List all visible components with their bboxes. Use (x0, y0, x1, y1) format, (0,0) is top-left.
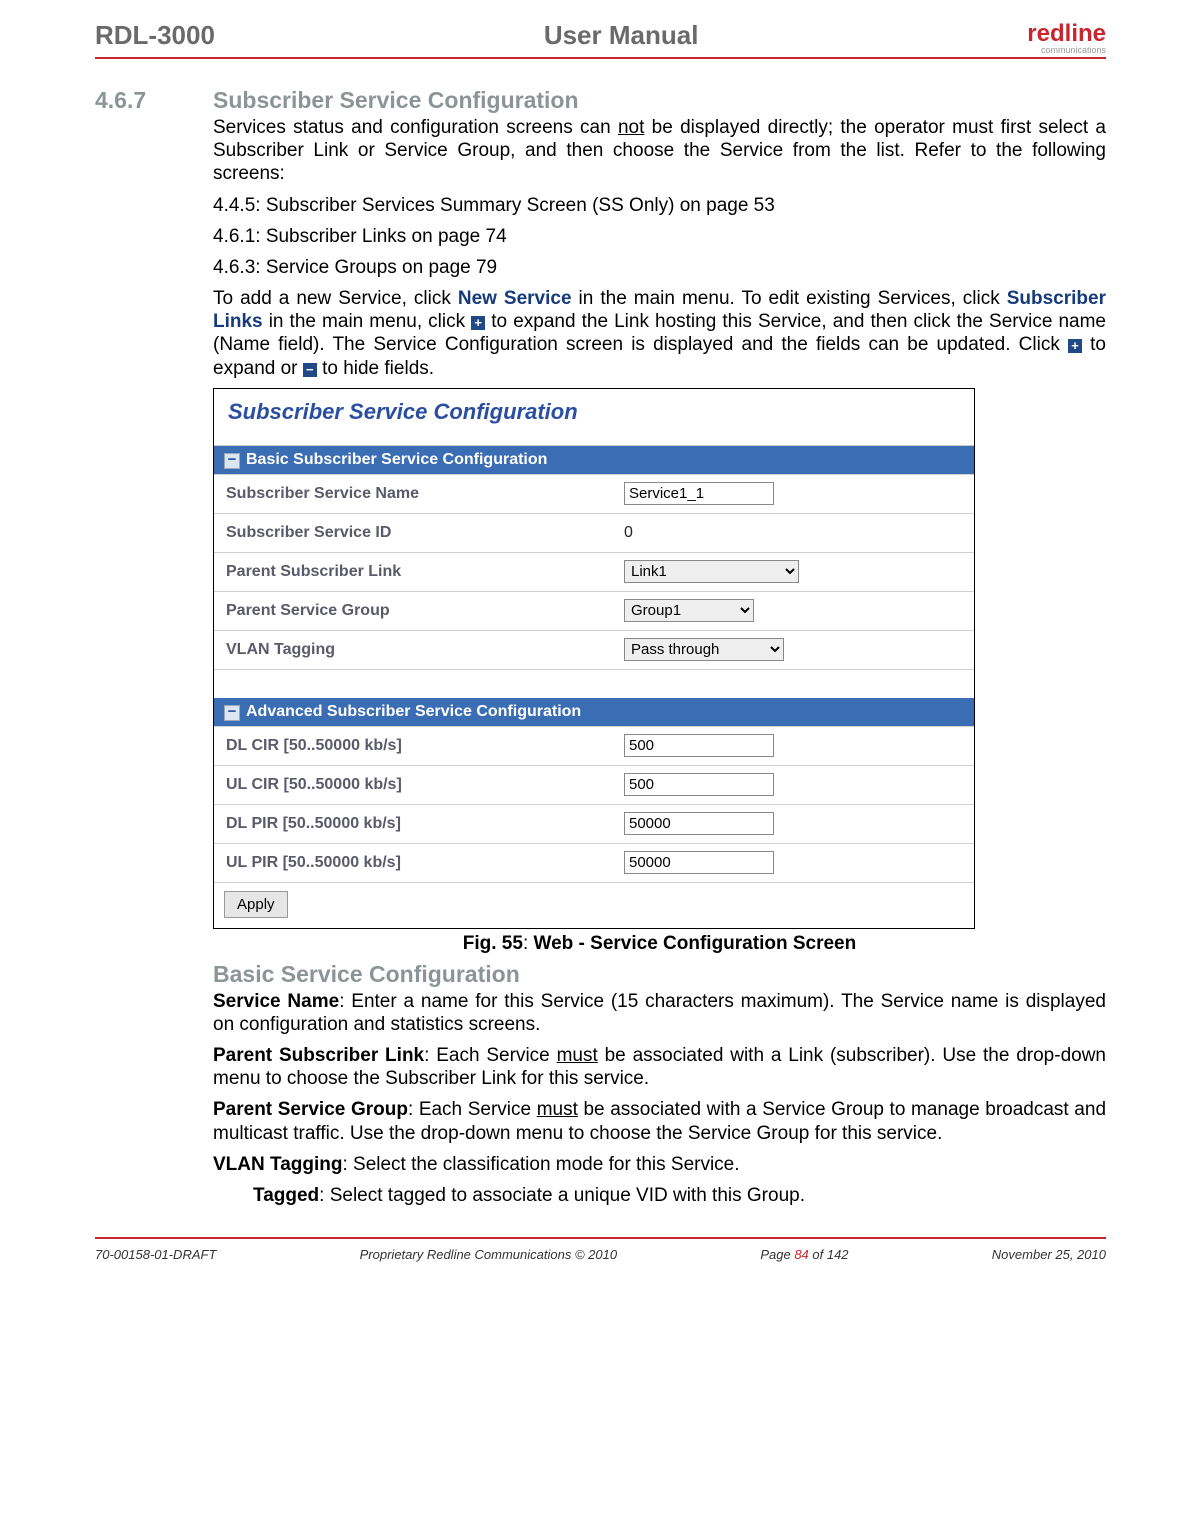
label-dl-cir: DL CIR [50..50000 kb/s] (214, 731, 618, 761)
ref-line-3: 4.6.3: Service Groups on page 79 (213, 256, 1106, 279)
row-ul-cir: UL CIR [50..50000 kb/s] (214, 765, 974, 804)
underline-must: must (537, 1099, 578, 1120)
label-parent-group: Parent Service Group (214, 596, 618, 626)
collapse-icon[interactable]: − (224, 453, 240, 469)
link-new-service: New Service (458, 288, 572, 309)
label-parent-link-desc: Parent Subscriber Link (213, 1045, 424, 1066)
footer-docnum: 70-00158-01-DRAFT (95, 1247, 216, 1262)
select-vlan-tagging[interactable]: Pass through (624, 638, 784, 661)
select-parent-link[interactable]: Link1 (624, 560, 799, 583)
basic-section-label: Basic Subscriber Service Configuration (246, 451, 547, 468)
para-parent-group: Parent Service Group: Each Service must … (213, 1098, 1106, 1144)
footer-date: November 25, 2010 (992, 1247, 1106, 1262)
caption-fig-num: Fig. 55 (463, 933, 523, 954)
text: Services status and configuration screen… (213, 117, 618, 138)
value-service-id: 0 (618, 520, 639, 546)
footer-copyright: Proprietary Redline Communications © 201… (360, 1247, 617, 1262)
select-parent-group[interactable]: Group1 (624, 599, 754, 622)
page-number: 84 (794, 1247, 808, 1262)
section-number: 4.6.7 (95, 87, 213, 114)
page-footer: 70-00158-01-DRAFT Proprietary Redline Co… (95, 1237, 1106, 1262)
section-gap (214, 669, 974, 698)
logo: redline communications (1027, 20, 1106, 55)
minus-icon: − (303, 363, 317, 377)
input-dl-cir[interactable] (624, 734, 774, 757)
row-ul-pir: UL PIR [50..50000 kb/s] (214, 843, 974, 882)
config-screenshot: Subscriber Service Configuration −Basic … (213, 388, 975, 929)
row-parent-link: Parent Subscriber Link Link1 (214, 552, 974, 591)
apply-row: Apply (214, 882, 974, 928)
row-dl-pir: DL PIR [50..50000 kb/s] (214, 804, 974, 843)
collapse-icon[interactable]: − (224, 705, 240, 721)
logo-text: redline (1027, 20, 1106, 47)
ref-line-1: 4.4.5: Subscriber Services Summary Scree… (213, 194, 1106, 217)
text: to hide fields. (317, 358, 434, 379)
paragraph-intro: Services status and configuration screen… (213, 116, 1106, 186)
row-service-name: Subscriber Service Name (214, 474, 974, 513)
figure: Subscriber Service Configuration −Basic … (213, 388, 1106, 955)
screenshot-title: Subscriber Service Configuration (214, 389, 974, 446)
label-tagged: Tagged (253, 1185, 319, 1206)
label-ul-cir: UL CIR [50..50000 kb/s] (214, 770, 618, 800)
text: in the main menu, click (263, 311, 472, 332)
para-service-name: Service Name: Enter a name for this Serv… (213, 990, 1106, 1036)
basic-section-header[interactable]: −Basic Subscriber Service Configuration (214, 446, 974, 474)
text: : Enter a name for this Service (15 char… (213, 991, 1106, 1035)
plus-icon: + (1068, 339, 1082, 353)
label-ul-pir: UL PIR [50..50000 kb/s] (214, 848, 618, 878)
advanced-section-header[interactable]: −Advanced Subscriber Service Configurati… (214, 698, 974, 726)
text: : Each Service (424, 1045, 556, 1066)
text: of 142 (809, 1247, 849, 1262)
subheading-basic: Basic Service Configuration (213, 961, 1106, 988)
figure-caption: Fig. 55: Web - Service Configuration Scr… (213, 933, 1106, 955)
header-model: RDL-3000 (95, 20, 215, 51)
text: : (523, 933, 534, 954)
input-ul-cir[interactable] (624, 773, 774, 796)
header-title: User Manual (544, 20, 699, 51)
input-dl-pir[interactable] (624, 812, 774, 835)
advanced-section-label: Advanced Subscriber Service Configuratio… (246, 703, 581, 720)
text: : Select tagged to associate a unique VI… (319, 1185, 805, 1206)
footer-page: Page 84 of 142 (760, 1247, 848, 1262)
section-title: Subscriber Service Configuration (213, 87, 579, 114)
label-service-name-desc: Service Name (213, 991, 339, 1012)
row-service-id: Subscriber Service ID 0 (214, 513, 974, 552)
para-vlan-tagging: VLAN Tagging: Select the classification … (213, 1153, 1106, 1176)
input-ul-pir[interactable] (624, 851, 774, 874)
label-parent-link: Parent Subscriber Link (214, 557, 618, 587)
input-service-name[interactable] (624, 482, 774, 505)
row-parent-group: Parent Service Group Group1 (214, 591, 974, 630)
label-vlan-tagging: VLAN Tagging (214, 635, 618, 665)
row-vlan-tagging: VLAN Tagging Pass through (214, 630, 974, 669)
paragraph-instructions: To add a new Service, click New Service … (213, 287, 1106, 380)
apply-button[interactable]: Apply (224, 891, 288, 918)
para-tagged: Tagged: Select tagged to associate a uni… (253, 1184, 1106, 1207)
page-header: RDL-3000 User Manual redline communicati… (95, 20, 1106, 59)
label-service-name: Subscriber Service Name (214, 479, 618, 509)
ref-line-2: 4.6.1: Subscriber Links on page 74 (213, 225, 1106, 248)
text: To add a new Service, click (213, 288, 458, 309)
caption-title: Web - Service Configuration Screen (534, 933, 857, 954)
text: Page (760, 1247, 794, 1262)
text: in the main menu. To edit existing Servi… (572, 288, 1007, 309)
label-service-id: Subscriber Service ID (214, 518, 618, 548)
text: : Select the classification mode for thi… (342, 1154, 739, 1175)
label-parent-group-desc: Parent Service Group (213, 1099, 408, 1120)
label-vlan-desc: VLAN Tagging (213, 1154, 342, 1175)
underline-not: not (618, 117, 644, 138)
para-parent-link: Parent Subscriber Link: Each Service mus… (213, 1044, 1106, 1090)
row-dl-cir: DL CIR [50..50000 kb/s] (214, 726, 974, 765)
label-dl-pir: DL PIR [50..50000 kb/s] (214, 809, 618, 839)
section-heading: 4.6.7 Subscriber Service Configuration (95, 87, 1106, 114)
underline-must: must (557, 1045, 598, 1066)
plus-icon: + (471, 316, 485, 330)
text: : Each Service (408, 1099, 537, 1120)
